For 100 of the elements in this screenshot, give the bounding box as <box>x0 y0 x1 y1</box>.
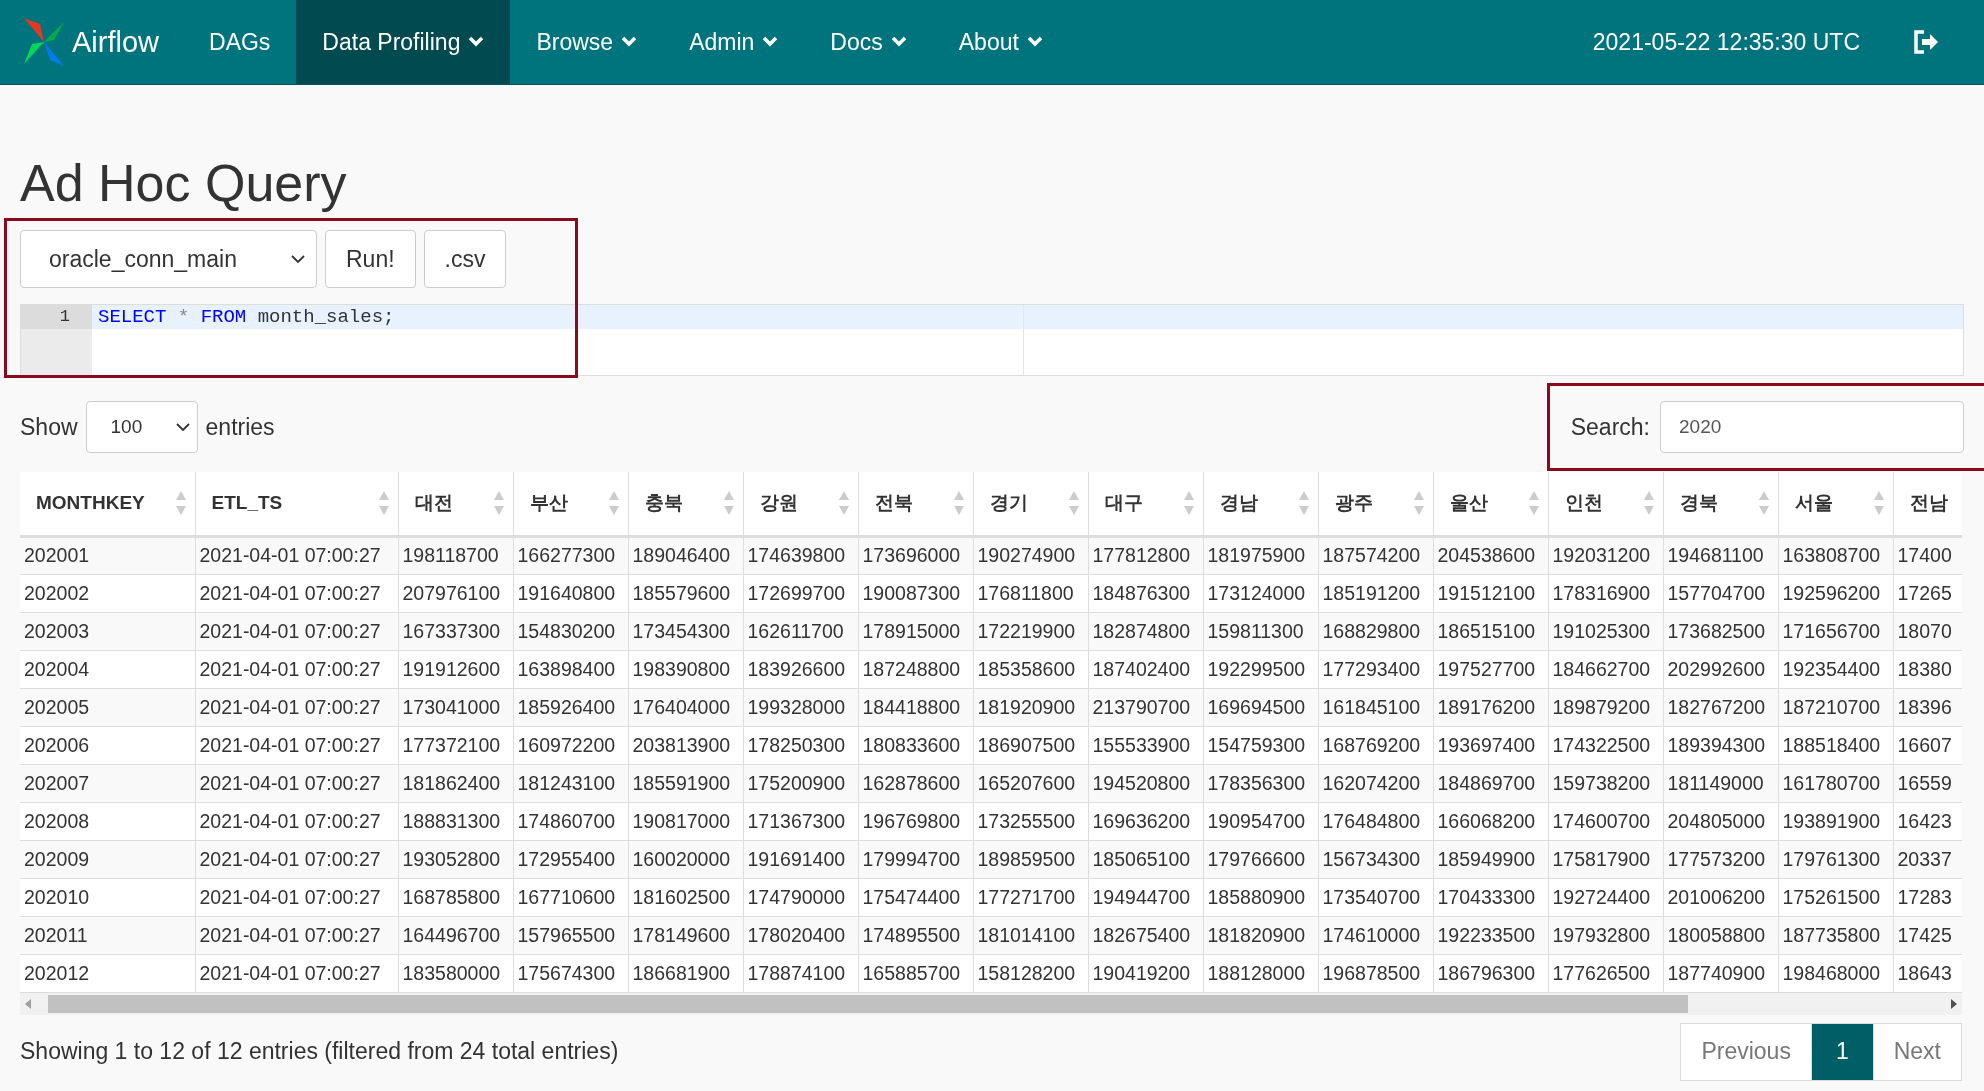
table-cell: 185591900 <box>628 764 743 803</box>
search-field[interactable]: 2020 <box>1660 401 1964 454</box>
column-header[interactable]: 경남 <box>1219 490 1258 517</box>
table-cell: 166068200 <box>1433 802 1548 841</box>
column-header[interactable]: MONTHKEY <box>36 492 145 515</box>
table-cell: 182874800 <box>1088 612 1203 651</box>
column-header[interactable]: 울산 <box>1449 490 1488 517</box>
table-cell: 185191200 <box>1318 574 1433 613</box>
table-cell: 185358600 <box>973 650 1088 689</box>
nav-menu-item[interactable]: Admin <box>663 0 805 84</box>
table-cell: 190274900 <box>973 536 1088 575</box>
table-cell: 175817900 <box>1548 840 1663 879</box>
table-cell: 168829800 <box>1318 612 1433 651</box>
table-cell: 157965500 <box>513 916 628 955</box>
sort-icon <box>1182 490 1195 517</box>
table-cell: 165207600 <box>973 764 1088 803</box>
table-cell: 181014100 <box>973 916 1088 955</box>
table-cell: 187402400 <box>1088 650 1203 689</box>
table-cell: 169694500 <box>1203 688 1318 727</box>
brand-name[interactable]: Airflow <box>72 25 159 59</box>
table-cell: 187574200 <box>1318 536 1433 575</box>
column-header[interactable]: 강원 <box>759 490 798 517</box>
table-cell: 161780700 <box>1778 764 1893 803</box>
table-cell: 183926600 <box>743 650 858 689</box>
column-header[interactable]: 전남 <box>1909 490 1948 517</box>
table-cell: 175674300 <box>513 954 628 993</box>
column-header[interactable]: 대전 <box>414 490 453 517</box>
table-cell: 16607 <box>1893 726 1962 765</box>
column-header[interactable]: 광주 <box>1334 490 1373 517</box>
column-header[interactable]: 대구 <box>1104 490 1143 517</box>
table-cell: 194520800 <box>1088 764 1203 803</box>
toolbar-button[interactable]: .csv <box>423 230 507 289</box>
table-cell: 202006 <box>20 726 195 765</box>
page-number-button[interactable]: 1 <box>1810 1022 1874 1081</box>
table-cell: 175200900 <box>743 764 858 803</box>
column-header[interactable]: 인천 <box>1564 490 1603 517</box>
sort-icon <box>1527 490 1540 517</box>
chevron-down-icon <box>174 422 191 433</box>
sort-icon <box>174 490 187 517</box>
logout-icon[interactable] <box>1912 29 1940 55</box>
table-cell: 194944700 <box>1088 878 1203 917</box>
table-cell: 18380 <box>1893 650 1962 689</box>
table-cell: 159811300 <box>1203 612 1318 651</box>
scroll-left-icon[interactable] <box>24 997 32 1010</box>
table-cell: 171656700 <box>1778 612 1893 651</box>
table-cell: 187248800 <box>858 650 973 689</box>
nav-menu-item[interactable]: Browse <box>510 0 664 84</box>
table-cell: 184876300 <box>1088 574 1203 613</box>
sort-icon <box>1412 490 1425 517</box>
table-cell: 192299500 <box>1203 650 1318 689</box>
table-cell: 196878500 <box>1318 954 1433 993</box>
caret-icon <box>890 36 907 48</box>
toolbar-button[interactable]: Run! <box>325 230 416 289</box>
table-cell: 192354400 <box>1778 650 1893 689</box>
table-cell: 202012 <box>20 954 195 993</box>
table-cell: 171367300 <box>743 802 858 841</box>
table-cell: 177271700 <box>973 878 1088 917</box>
table-cell: 202007 <box>20 764 195 803</box>
table-cell: 189046400 <box>628 536 743 575</box>
sort-icon <box>607 490 620 517</box>
horizontal-scrollbar[interactable] <box>20 992 1962 1015</box>
table-cell: 181149000 <box>1663 764 1778 803</box>
table-cell: 173696000 <box>858 536 973 575</box>
column-header[interactable]: ETL_TS <box>211 492 283 515</box>
column-header[interactable]: 부산 <box>529 490 568 517</box>
table-cell: 198468000 <box>1778 954 1893 993</box>
column-header[interactable]: 충북 <box>644 490 683 517</box>
table-cell: 188128000 <box>1203 954 1318 993</box>
table-cell: 187740900 <box>1663 954 1778 993</box>
column-header[interactable]: 서울 <box>1794 490 1833 517</box>
table-cell: 163898400 <box>513 650 628 689</box>
sort-icon <box>377 490 390 517</box>
table-cell: 172955400 <box>513 840 628 879</box>
nav-menu-item[interactable]: About <box>932 0 1069 84</box>
pagination-button[interactable]: Next <box>1872 1022 1962 1081</box>
scrollbar-thumb[interactable] <box>48 994 1688 1013</box>
table-cell: 188518400 <box>1778 726 1893 765</box>
caret-icon <box>621 36 638 48</box>
table-cell: 159738200 <box>1548 764 1663 803</box>
table-cell: 185579600 <box>628 574 743 613</box>
table-cell: 154830200 <box>513 612 628 651</box>
page-length-select[interactable]: 100 <box>85 401 198 454</box>
table-cell: 2021-04-01 07:00:27 <box>195 954 398 993</box>
connection-select[interactable]: oracle_conn_main <box>20 230 317 289</box>
column-header[interactable]: 경북 <box>1679 490 1718 517</box>
table-cell: 186515100 <box>1433 612 1548 651</box>
table-cell: 190817000 <box>628 802 743 841</box>
nav-menu-item[interactable]: Data Profiling <box>296 0 511 84</box>
code-editor[interactable]: 1 SELECT * FROM month_sales; <box>20 304 1964 377</box>
nav-menu-item[interactable]: Docs <box>804 0 933 84</box>
pagination-button[interactable]: Previous <box>1680 1022 1812 1081</box>
sort-icon <box>952 490 965 517</box>
nav-menu-item[interactable]: DAGs <box>183 0 297 84</box>
column-header[interactable]: 전북 <box>874 490 913 517</box>
scroll-right-icon[interactable] <box>1950 997 1958 1010</box>
sort-icon <box>722 490 735 517</box>
column-header[interactable]: 경기 <box>989 490 1028 517</box>
clock-text: 2021-05-22 12:35:30 UTC <box>1592 28 1860 56</box>
table-cell: 181920900 <box>973 688 1088 727</box>
table-cell: 182767200 <box>1663 688 1778 727</box>
